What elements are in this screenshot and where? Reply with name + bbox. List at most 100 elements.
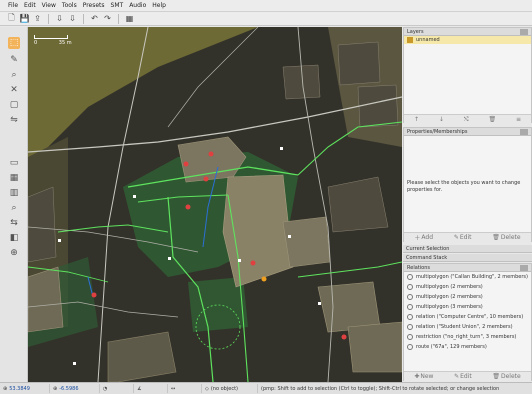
menu-audio[interactable]: Audio [129,2,146,9]
toggle-selection-icon[interactable]: ▥ [8,187,20,199]
building [28,186,57,263]
select-tool-icon[interactable]: ⬚ [8,37,20,49]
relation-icon [407,304,413,310]
current-selection-panel[interactable]: Current Selection [403,245,532,253]
status-lon: ⊕ -6.5986 [50,384,100,393]
angle-icon: ∡ [137,385,142,392]
zoom-tool-icon[interactable]: ✕ [8,84,20,96]
building [317,281,381,333]
relation-item[interactable]: multipolygon (2 members) [404,292,531,302]
new-relation-button[interactable]: ✚ New [414,373,433,380]
edit-tag-button[interactable]: ✎ Edit [454,234,472,241]
layer-row-unnamed[interactable]: unnamed [404,36,531,44]
status-heading: ◔ [100,384,134,393]
building [337,41,381,86]
delete-tag-button[interactable]: 🗑 Delete [492,234,520,241]
delete-icon: 🗑 [492,373,500,380]
properties-button-row: ＋ Add ✎ Edit 🗑 Delete [404,232,531,242]
relation-icon [407,284,413,290]
menu-presets[interactable]: Presets [83,2,105,9]
preferences-icon[interactable]: ▦ [124,13,135,24]
map-canvas[interactable] [28,27,402,382]
relation-icon [407,294,413,300]
relation-icon [407,274,413,280]
menu-help[interactable]: Help [152,2,166,9]
layer-name: unnamed [416,37,440,43]
menu-bar: File Edit View Tools Presets SMT Audio H… [0,0,532,12]
relation-item[interactable]: multipolygon ("Callan Building", 2 membe… [404,272,531,282]
panel-close-icon[interactable] [520,128,528,135]
relations-panel-title: Relations [404,264,531,272]
relation-icon [407,314,413,320]
poi-marker [185,204,191,210]
properties-title: Properties/Memberships [407,128,468,135]
relation-icon [407,324,413,330]
poi-marker [183,161,189,167]
panel-close-icon[interactable] [520,264,528,271]
map-view[interactable]: 0 35 m [28,27,402,382]
add-tag-button[interactable]: ＋ Add [414,233,433,242]
toggle-history-icon[interactable]: ◧ [8,232,20,244]
relations-panel: Relations multipolygon ("Callan Building… [403,263,532,381]
move-down-icon[interactable]: ↓ [439,116,444,123]
menu-view[interactable]: View [42,2,56,9]
menu-edit[interactable]: Edit [24,2,36,9]
new-file-icon[interactable]: 🗋 [6,13,17,24]
menu-smt[interactable]: SMT [111,2,124,9]
redo-icon[interactable]: ↷ [102,13,113,24]
relation-item[interactable]: route ("67a", 129 members) [404,342,531,352]
poi-marker [250,260,256,266]
heading-icon: ◔ [103,385,108,392]
relation-item[interactable]: multipolygon (3 members) [404,302,531,312]
status-bar: ⊕ 53.3849 ⊕ -6.5986 ◔ ∡ ↔ ◇ (no object) … [0,382,532,394]
delete-tool-icon[interactable]: ▢ [8,99,20,111]
toggle-properties-icon[interactable]: ▦ [8,172,20,184]
menu-tools[interactable]: Tools [62,2,77,9]
building [327,176,389,233]
upload-icon[interactable]: ⇪ [32,13,43,24]
map-scale: 0 35 m [34,35,72,46]
add-icon: ＋ [414,235,421,242]
relations-button-row: ✚ New ✎ Edit 🗑 Delete [404,371,531,381]
panel-close-icon[interactable] [520,28,528,35]
lon-icon: ⊕ [53,385,58,392]
map-mode-toolbar: ⬚ ✎ ⌕ ✕ ▢ ⇋ ▭ ▦ ▥ ⌕ ⇆ ◧ ⊕ [0,27,28,382]
status-object: ◇ (no object) [202,384,258,393]
save-icon[interactable]: 💾 [19,13,30,24]
new-icon: ✚ [414,373,420,380]
object-icon: ◇ [205,385,209,392]
lat-icon: ⊕ [3,385,8,392]
measure-tool-icon[interactable]: ⌕ [8,69,20,81]
relation-item[interactable]: multipolygon (2 members) [404,282,531,292]
status-angle: ∡ [134,384,168,393]
merge-icon[interactable]: ⤭ [464,116,469,124]
extrude-tool-icon[interactable]: ⇋ [8,114,20,126]
command-stack-panel[interactable]: Command Stack [403,254,532,262]
scale-right-label: 35 m [58,40,72,46]
edit-relation-button[interactable]: ✎ Edit [454,373,472,380]
node-marker [58,239,61,242]
toggle-conflicts-icon[interactable]: ⇆ [8,217,20,229]
relation-icon [407,344,413,350]
building [347,321,402,373]
download-icon[interactable]: ⇩ [54,13,65,24]
draw-tool-icon[interactable]: ✎ [8,54,20,66]
toggle-filter-icon[interactable]: ⊕ [8,247,20,259]
relation-item[interactable]: relation ("Computer Centre", 10 members) [404,312,531,322]
download-data-icon[interactable]: ⇩ [67,13,78,24]
move-up-icon[interactable]: ↑ [414,116,419,123]
building [357,84,399,128]
delete-layer-icon[interactable]: 🗑 [488,116,496,123]
delete-relation-button[interactable]: 🗑 Delete [492,373,520,380]
poi-marker [91,292,97,298]
relation-item[interactable]: restriction ("no_right_turn", 3 members) [404,332,531,342]
layers-button-row: ↑ ↓ ⤭ 🗑 ≡ [404,114,531,124]
toggle-layers-icon[interactable]: ▭ [8,157,20,169]
poi-marker [208,151,214,157]
toggle-search-icon[interactable]: ⌕ [8,202,20,214]
building [282,216,331,268]
relation-item[interactable]: relation ("Student Union", 2 members) [404,322,531,332]
menu-file[interactable]: File [8,2,18,9]
layer-menu-icon[interactable]: ≡ [516,116,521,123]
undo-icon[interactable]: ↶ [89,13,100,24]
